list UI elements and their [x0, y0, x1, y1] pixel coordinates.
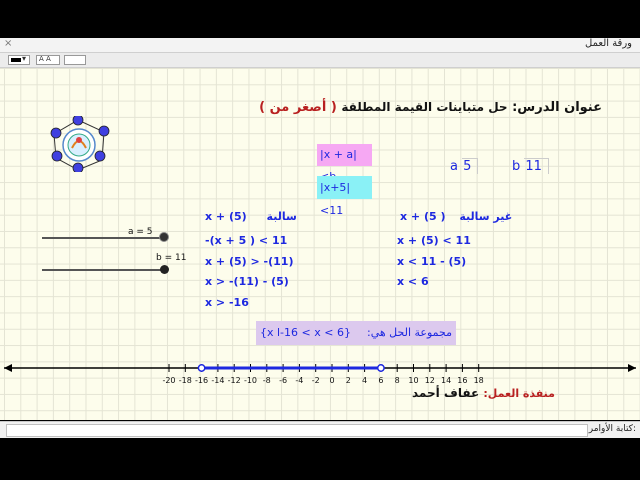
lesson-title-paren: ( أصغر من ): [259, 100, 337, 115]
tick-label: 18: [474, 376, 484, 385]
tick-label: 2: [346, 376, 351, 385]
negative-step: x > -(11) - (5): [205, 275, 289, 288]
slider-b-track[interactable]: [42, 269, 165, 271]
lesson-title-text: حل متباينات القيمة المطلقة: [341, 100, 508, 114]
graphics-view[interactable]: عنوان الدرس: حل متباينات القيمة المطلقة …: [0, 68, 640, 420]
chevron-down-icon: ▾: [22, 54, 27, 63]
input-bar: كتابة الأوامر:: [0, 421, 640, 438]
tick-label: 10: [408, 376, 418, 385]
tick-label: -14: [211, 376, 224, 385]
interval-end-point: [376, 364, 385, 372]
command-input[interactable]: [6, 424, 588, 437]
tick-label: 6: [378, 376, 383, 385]
right-arrow-icon: [628, 364, 636, 372]
tick-label: -12: [228, 376, 241, 385]
text-style-icon: A A: [39, 55, 51, 63]
tick-label: 0: [329, 376, 334, 385]
positive-case-heading: غير سالبة: [459, 210, 513, 223]
tick-label: -20: [162, 376, 175, 385]
tick-label: -2: [312, 376, 320, 385]
tick-label: -6: [279, 376, 287, 385]
general-form-box: |x + a|<b: [317, 144, 372, 183]
param-b: b 11: [512, 158, 549, 174]
param-a: a 5: [450, 158, 479, 174]
negative-case-header: x + (5) سالبة: [205, 210, 297, 223]
negative-step: x + (5) > -(11): [205, 254, 294, 268]
left-arrow-icon: [4, 364, 12, 372]
credits-label: منفذة العمل:: [483, 387, 555, 400]
credits-name: عفاف أحمد: [412, 386, 480, 400]
tick-label: -18: [179, 376, 192, 385]
window-title: ورقة العمل: [585, 38, 632, 49]
window-title-bar: × ورقة العمل: [0, 38, 640, 53]
param-a-value: 5: [462, 158, 479, 174]
positive-case-expr: x + (5 ): [400, 210, 446, 223]
tick-label: 14: [441, 376, 451, 385]
negative-case-expr: x + (5): [205, 210, 247, 223]
solution-label: مجموعة الحل هي:: [366, 326, 452, 339]
close-icon[interactable]: ×: [4, 38, 12, 49]
positive-case-steps: x + (5) < 11 x < 11 - (5) x < 6: [397, 231, 471, 293]
tick-label: -4: [295, 376, 303, 385]
style-bar: ▾ A A: [0, 53, 640, 68]
param-b-value: 11: [524, 158, 549, 174]
positive-step: x + (5) < 11: [397, 234, 471, 247]
text-style-button[interactable]: A A: [36, 55, 60, 65]
color-swatch: [11, 58, 21, 62]
slider-b-label: b = 11: [156, 253, 187, 263]
problem-box: |x+5|<11: [317, 176, 372, 217]
slider-a-handle[interactable]: [159, 232, 169, 242]
tick-label: -10: [244, 376, 257, 385]
solution-box: {x l-16 < x < 6} مجموعة الحل هي:: [256, 321, 456, 345]
number-line: -20 -18 -16 -14 -12 -10 -8 -6 -4 -2 0 2 4 6 8 10 12 14 16 1…: [4, 364, 636, 385]
tick-label: -8: [263, 376, 271, 385]
slider-a-label: a = 5: [128, 227, 153, 237]
color-picker-button[interactable]: ▾: [8, 54, 30, 65]
tick-label: 16: [457, 376, 467, 385]
tick-label: -16: [195, 376, 208, 385]
positive-case-header: x + (5 ) غير سالبة: [400, 210, 512, 223]
lesson-title: عنوان الدرس: حل متباينات القيمة المطلقة …: [259, 100, 602, 115]
tick-label: 4: [362, 376, 367, 385]
negative-step: -(x + 5 ) < 11: [205, 234, 288, 247]
solution-set: {x l-16 < x < 6}: [260, 326, 351, 339]
point-style-button[interactable]: [64, 55, 86, 65]
param-b-label: b: [512, 159, 521, 174]
negative-case-steps: -(x + 5 ) < 11 x + (5) > -(11) x > -(11)…: [205, 231, 293, 313]
slider-b-handle[interactable]: [160, 265, 169, 274]
slider-a-track[interactable]: [42, 237, 165, 239]
credits: منفذة العمل: عفاف أحمد: [412, 386, 555, 400]
interval-start-point: [197, 364, 206, 372]
tick-label: 8: [395, 376, 400, 385]
negative-step: x > -16: [205, 295, 249, 309]
negative-case-heading: سالبة: [266, 210, 297, 223]
param-a-label: a: [450, 159, 458, 174]
tick-label: 12: [425, 376, 435, 385]
school-logo: [50, 116, 110, 172]
positive-step: x < 11 - (5): [397, 254, 467, 268]
command-label: كتابة الأوامر:: [588, 424, 636, 434]
lesson-title-label: عنوان الدرس:: [512, 100, 602, 115]
positive-step: x < 6: [397, 275, 429, 288]
